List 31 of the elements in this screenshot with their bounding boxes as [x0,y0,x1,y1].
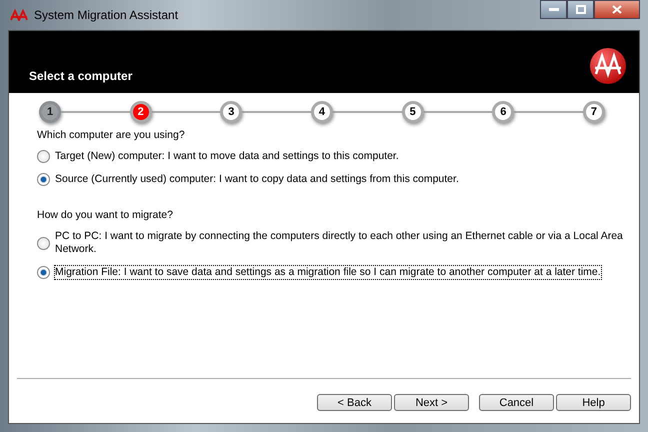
minimize-icon [548,8,558,12]
next-button[interactable]: Next > [394,394,469,411]
option-label[interactable]: Target (New) computer: I want to move data and settings to this computer. [54,149,400,164]
logo-icon [589,47,627,85]
option-label[interactable]: PC to PC: I want to migrate by connecting the computers directly to each other using an Ethernet cable or via a Local Area Network. [54,229,631,257]
close-icon [612,5,622,14]
close-button[interactable] [594,0,640,19]
step-indicator: 7 [582,101,605,123]
step-indicator: 1 [39,101,61,123]
option-label[interactable]: Migration File: I want to save data and settings as a migration file so I can migrate to another computer at a later time. [54,265,602,280]
step-indicator: 5 [402,101,424,123]
option-label[interactable]: Source (Currently used) computer: I want to copy data and settings from this computer. [54,172,460,187]
radio-button[interactable] [37,173,50,186]
window-title: System Migration Assistant [34,8,178,22]
radio-button[interactable] [37,150,50,163]
logo-icon [10,9,28,21]
step-indicator: 2 [130,101,152,123]
maximize-icon [576,5,586,14]
page-title: Select a computer [29,69,132,83]
maximize-button[interactable] [567,0,594,19]
step-indicator: 6 [492,101,514,123]
back-button[interactable]: < Back [317,394,392,411]
question-label: How do you want to migrate? [37,209,174,221]
radio-button[interactable] [37,266,50,279]
help-button[interactable]: Help [556,394,631,411]
question-label: Which computer are you using? [37,129,186,141]
radio-button[interactable] [37,236,50,250]
step-indicator: 4 [310,101,333,123]
step-indicator: 3 [220,101,242,123]
minimize-button[interactable] [540,0,567,19]
cancel-button[interactable]: Cancel [479,394,554,411]
